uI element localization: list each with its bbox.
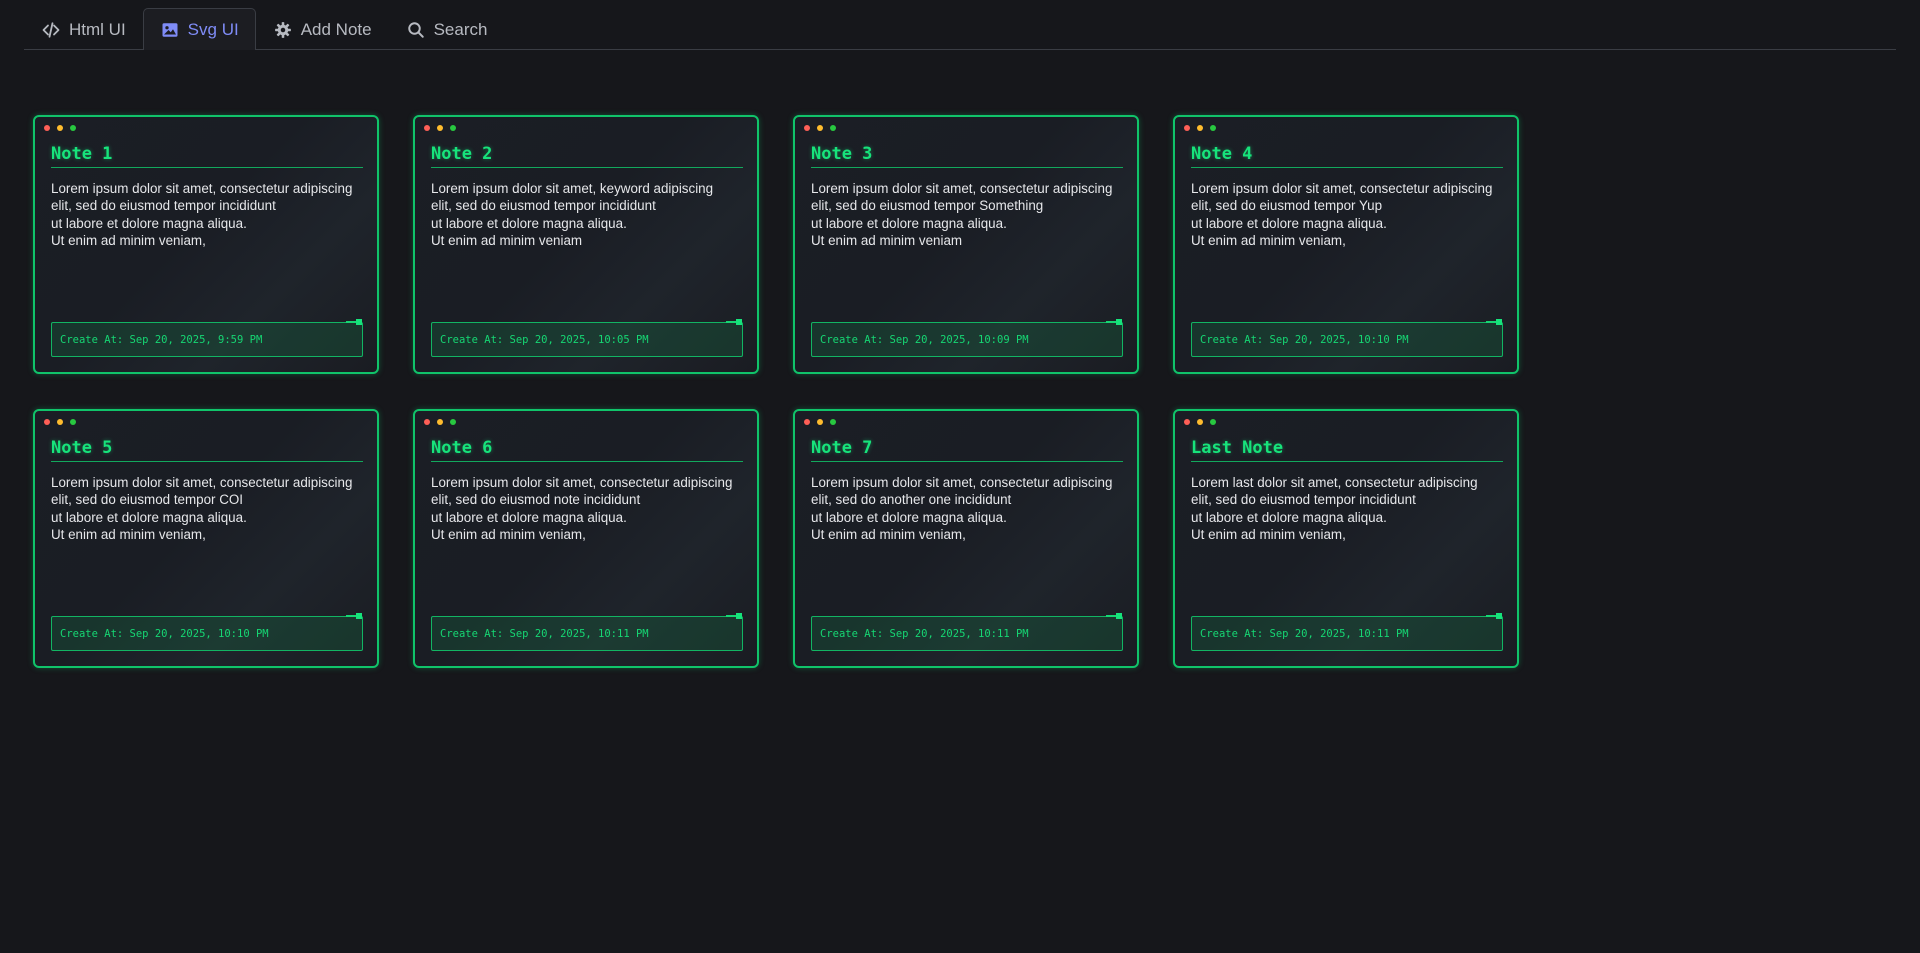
maximize-dot-icon [1210, 125, 1216, 131]
corner-marker-icon [1486, 613, 1502, 619]
tab-label: Search [433, 19, 488, 39]
minimize-dot-icon [57, 419, 63, 425]
note-title: Note 3 [811, 144, 1123, 168]
note-card[interactable]: Note 3 Lorem ipsum dolor sit amet, conse… [793, 115, 1139, 374]
tab-label: Add Note [300, 19, 372, 39]
search-icon [406, 20, 426, 40]
close-dot-icon [44, 419, 50, 425]
note-timestamp-box: Create At: Sep 20, 2025, 10:10 PM [51, 613, 363, 651]
note-timestamp: Create At: Sep 20, 2025, 10:05 PM [440, 333, 649, 346]
window-controls [44, 419, 76, 425]
corner-marker-icon [1106, 319, 1122, 325]
note-timestamp: Create At: Sep 20, 2025, 9:59 PM [60, 333, 263, 346]
corner-marker-icon [346, 319, 362, 325]
window-controls [424, 125, 456, 131]
tab-label: Svg UI [187, 19, 239, 39]
note-title: Note 6 [431, 438, 743, 462]
note-timestamp-box: Create At: Sep 20, 2025, 10:11 PM [1191, 613, 1503, 651]
note-title: Note 7 [811, 438, 1123, 462]
corner-marker-icon [1106, 613, 1122, 619]
maximize-dot-icon [450, 419, 456, 425]
tab-svg-ui[interactable]: Svg UI [142, 8, 256, 50]
note-timestamp-box: Create At: Sep 20, 2025, 10:11 PM [431, 613, 743, 651]
tab-html-ui[interactable]: Html UI [24, 9, 143, 49]
close-dot-icon [1184, 125, 1190, 131]
note-timestamp-box: Create At: Sep 20, 2025, 10:09 PM [811, 319, 1123, 357]
note-card[interactable]: Note 5 Lorem ipsum dolor sit amet, conse… [33, 409, 379, 668]
minimize-dot-icon [437, 125, 443, 131]
close-dot-icon [44, 125, 50, 131]
note-card[interactable]: Note 2 Lorem ipsum dolor sit amet, keywo… [413, 115, 759, 374]
note-body: Lorem ipsum dolor sit amet, keyword adip… [431, 181, 714, 248]
note-timestamp-box: Create At: Sep 20, 2025, 10:10 PM [1191, 319, 1503, 357]
notes-grid: Note 1 Lorem ipsum dolor sit amet, conse… [33, 115, 1519, 668]
code-icon [41, 20, 61, 40]
note-card[interactable]: Note 6 Lorem ipsum dolor sit amet, conse… [413, 409, 759, 668]
maximize-dot-icon [1210, 419, 1216, 425]
note-body: Lorem ipsum dolor sit amet, consectetur … [1191, 181, 1493, 248]
minimize-dot-icon [1197, 419, 1203, 425]
window-controls [44, 125, 76, 131]
corner-marker-icon [726, 613, 742, 619]
maximize-dot-icon [830, 125, 836, 131]
note-timestamp-box: Create At: Sep 20, 2025, 10:05 PM [431, 319, 743, 357]
window-controls [804, 125, 836, 131]
note-title: Note 5 [51, 438, 363, 462]
minimize-dot-icon [437, 419, 443, 425]
tab-search[interactable]: Search [389, 9, 505, 49]
corner-marker-icon [346, 613, 362, 619]
close-dot-icon [804, 125, 810, 131]
gear-icon [273, 20, 293, 40]
note-timestamp: Create At: Sep 20, 2025, 10:09 PM [820, 333, 1029, 346]
note-card[interactable]: Last Note Lorem last dolor sit amet, con… [1173, 409, 1519, 668]
minimize-dot-icon [57, 125, 63, 131]
maximize-dot-icon [450, 125, 456, 131]
note-title: Note 1 [51, 144, 363, 168]
window-controls [1184, 125, 1216, 131]
minimize-dot-icon [1197, 125, 1203, 131]
note-card[interactable]: Note 1 Lorem ipsum dolor sit amet, conse… [33, 115, 379, 374]
note-body: Lorem last dolor sit amet, consectetur a… [1191, 475, 1478, 542]
tab-bar: Html UI Svg UI Add Note Search [24, 8, 1896, 50]
note-body: Lorem ipsum dolor sit amet, consectetur … [51, 475, 353, 542]
note-timestamp-box: Create At: Sep 20, 2025, 9:59 PM [51, 319, 363, 357]
window-controls [1184, 419, 1216, 425]
close-dot-icon [424, 125, 430, 131]
note-timestamp: Create At: Sep 20, 2025, 10:10 PM [60, 627, 269, 640]
note-timestamp-box: Create At: Sep 20, 2025, 10:11 PM [811, 613, 1123, 651]
minimize-dot-icon [817, 125, 823, 131]
tab-add-note[interactable]: Add Note [256, 9, 389, 49]
minimize-dot-icon [817, 419, 823, 425]
note-card[interactable]: Note 4 Lorem ipsum dolor sit amet, conse… [1173, 115, 1519, 374]
maximize-dot-icon [830, 419, 836, 425]
window-controls [424, 419, 456, 425]
tab-label: Html UI [69, 19, 126, 39]
window-controls [804, 419, 836, 425]
note-title: Note 4 [1191, 144, 1503, 168]
note-timestamp: Create At: Sep 20, 2025, 10:11 PM [820, 627, 1029, 640]
note-body: Lorem ipsum dolor sit amet, consectetur … [51, 181, 353, 248]
close-dot-icon [424, 419, 430, 425]
note-timestamp: Create At: Sep 20, 2025, 10:10 PM [1200, 333, 1409, 346]
corner-marker-icon [1486, 319, 1502, 325]
note-card[interactable]: Note 7 Lorem ipsum dolor sit amet, conse… [793, 409, 1139, 668]
maximize-dot-icon [70, 125, 76, 131]
note-title: Last Note [1191, 438, 1503, 462]
note-body: Lorem ipsum dolor sit amet, consectetur … [811, 181, 1113, 248]
image-icon [160, 20, 180, 40]
note-body: Lorem ipsum dolor sit amet, consectetur … [431, 475, 733, 542]
note-body: Lorem ipsum dolor sit amet, consectetur … [811, 475, 1113, 542]
note-timestamp: Create At: Sep 20, 2025, 10:11 PM [1200, 627, 1409, 640]
note-timestamp: Create At: Sep 20, 2025, 10:11 PM [440, 627, 649, 640]
note-title: Note 2 [431, 144, 743, 168]
maximize-dot-icon [70, 419, 76, 425]
close-dot-icon [1184, 419, 1190, 425]
close-dot-icon [804, 419, 810, 425]
corner-marker-icon [726, 319, 742, 325]
